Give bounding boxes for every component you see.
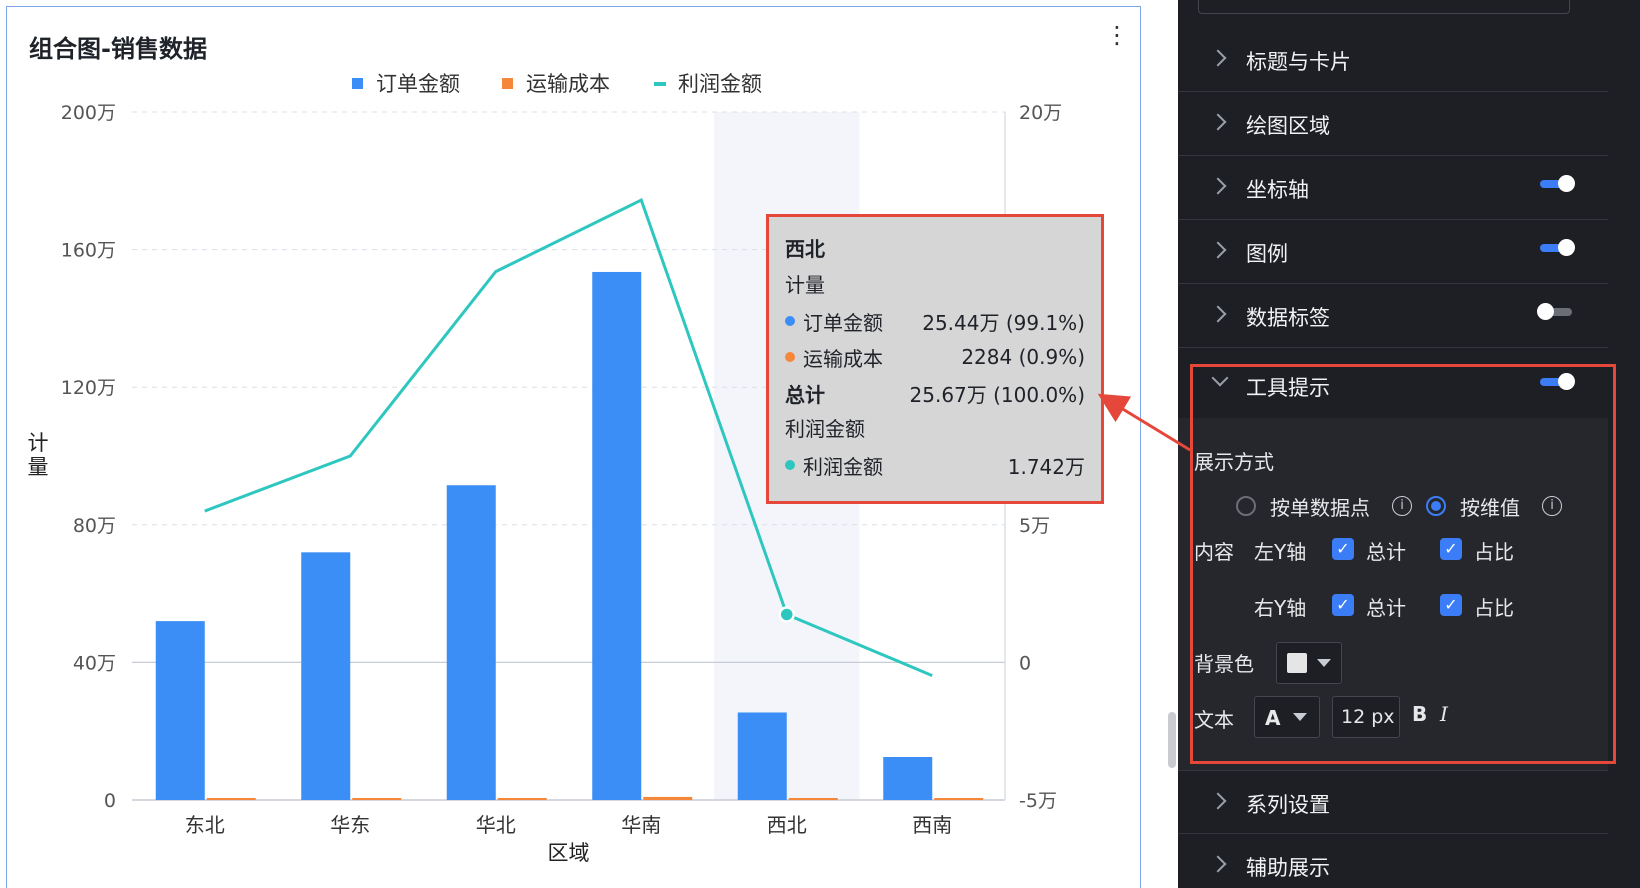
tooltip-total-label: 总计 <box>785 382 825 407</box>
panel-search-input[interactable] <box>1198 0 1570 14</box>
section-label: 辅助展示 <box>1246 856 1330 880</box>
tooltip-row-order: 订单金额 25.44万 (99.1%) <box>785 303 1085 339</box>
series-dot-shipping <box>785 352 795 362</box>
tooltip-row-profit: 利润金额 1.742万 <box>785 447 1085 483</box>
x-tick-label: 华东 <box>330 813 370 837</box>
chart-tooltip: 西北 计量 订单金额 25.44万 (99.1%) 运输成本 2284 (0.9… <box>766 214 1104 504</box>
x-tick-label: 西北 <box>767 813 807 837</box>
section-auxiliary[interactable]: 辅助展示 <box>1178 834 1608 888</box>
legend-label: 运输成本 <box>526 72 610 96</box>
section-label: 系列设置 <box>1246 793 1330 817</box>
section-label: 图例 <box>1246 242 1288 266</box>
tooltip-title: 西北 <box>785 237 825 261</box>
legend-toggle[interactable] <box>1540 239 1575 256</box>
section-label: 数据标签 <box>1246 306 1330 330</box>
bar-order-amount <box>301 552 351 800</box>
bar-order-amount <box>155 621 205 800</box>
data-labels-toggle[interactable] <box>1537 303 1572 320</box>
bar-order-amount <box>592 271 642 801</box>
bar-shipping-cost <box>643 796 693 800</box>
legend-label: 订单金额 <box>376 72 460 96</box>
tooltip-row-value: 2284 (0.9%) <box>961 345 1085 369</box>
y-left-tick-label: 200万 <box>61 102 116 124</box>
y-left-tick-label: 120万 <box>61 377 116 399</box>
toggle-knob <box>1558 175 1575 192</box>
y-left-tick-label: 160万 <box>61 240 116 262</box>
bar-shipping-cost <box>206 798 256 800</box>
bar-shipping-cost <box>788 798 838 800</box>
y-axis-label: 量 <box>28 455 49 479</box>
y-right-tick-label: -5万 <box>1019 790 1057 812</box>
toggle-knob <box>1558 239 1575 256</box>
chevron-right-icon <box>1209 113 1227 131</box>
section-label: 绘图区域 <box>1246 114 1330 138</box>
chevron-right-icon <box>1209 177 1227 195</box>
section-label: 坐标轴 <box>1246 178 1309 202</box>
section-title-card[interactable]: 标题与卡片 <box>1178 28 1608 92</box>
legend-label: 利润金额 <box>678 72 762 96</box>
y-right-tick-label: 5万 <box>1019 515 1050 537</box>
app-root: 组合图-销售数据 ⋮ 200万 160万 120万 80万 40万 0 20万 5万 0 -5万东… <box>0 0 1640 888</box>
chevron-right-icon <box>1209 305 1227 323</box>
section-series-settings[interactable]: 系列设置 <box>1178 770 1608 834</box>
tooltip-group-profit: 利润金额 <box>785 417 865 441</box>
x-tick-label: 华北 <box>476 813 516 837</box>
y-right-tick-label: 0 <box>1019 652 1031 674</box>
section-plot-area[interactable]: 绘图区域 <box>1178 92 1608 156</box>
toggle-knob <box>1537 303 1554 320</box>
chevron-right-icon <box>1209 49 1227 67</box>
section-label: 标题与卡片 <box>1246 50 1351 74</box>
x-tick-label: 东北 <box>185 813 225 837</box>
y-right-tick-label: 20万 <box>1019 102 1062 124</box>
y-left-tick-label: 0 <box>104 790 116 812</box>
series-dot-order <box>785 316 795 326</box>
tooltip-total-value: 25.67万 (100.0%) <box>909 382 1085 407</box>
bar-order-amount <box>737 712 787 800</box>
section-legend[interactable]: 图例 <box>1178 220 1608 284</box>
chevron-right-icon <box>1209 855 1227 873</box>
y-left-tick-label: 80万 <box>73 515 116 537</box>
tooltip-row-label: 订单金额 <box>803 310 883 335</box>
bar-order-amount <box>446 485 496 800</box>
chevron-right-icon <box>1209 241 1227 259</box>
bar-shipping-cost <box>497 798 547 800</box>
tooltip-row-shipping: 运输成本 2284 (0.9%) <box>785 339 1085 375</box>
bar-shipping-cost <box>934 798 984 800</box>
section-data-labels[interactable]: 数据标签 <box>1178 284 1608 348</box>
tooltip-group-measure: 计量 <box>785 273 825 297</box>
tooltip-section-highlight <box>1190 364 1616 764</box>
tooltip-row-label: 运输成本 <box>803 346 883 371</box>
chevron-right-icon <box>1209 792 1227 810</box>
scrollbar-thumb[interactable] <box>1168 712 1176 768</box>
section-axis[interactable]: 坐标轴 <box>1178 156 1608 220</box>
bar-order-amount <box>883 757 933 800</box>
legend-marker-bar <box>502 78 513 89</box>
tooltip-row-value: 1.742万 <box>1007 454 1085 479</box>
bar-shipping-cost <box>352 798 402 800</box>
x-tick-label: 华南 <box>621 813 661 837</box>
y-left-tick-label: 40万 <box>73 652 116 674</box>
legend-marker-bar <box>352 78 363 89</box>
x-tick-label: 西南 <box>912 813 952 837</box>
tooltip-row-value: 25.44万 (99.1%) <box>922 310 1085 335</box>
axis-toggle[interactable] <box>1540 175 1575 192</box>
tooltip-row-label: 利润金额 <box>803 454 883 479</box>
legend-marker-line <box>654 82 666 86</box>
profit-point-highlight <box>778 606 795 623</box>
series-dot-profit <box>785 460 795 470</box>
tooltip-row-total: 总计 25.67万 (100.0%) <box>785 375 1085 411</box>
y-axis-label: 计 <box>28 431 49 455</box>
x-axis-label: 区域 <box>548 841 590 865</box>
